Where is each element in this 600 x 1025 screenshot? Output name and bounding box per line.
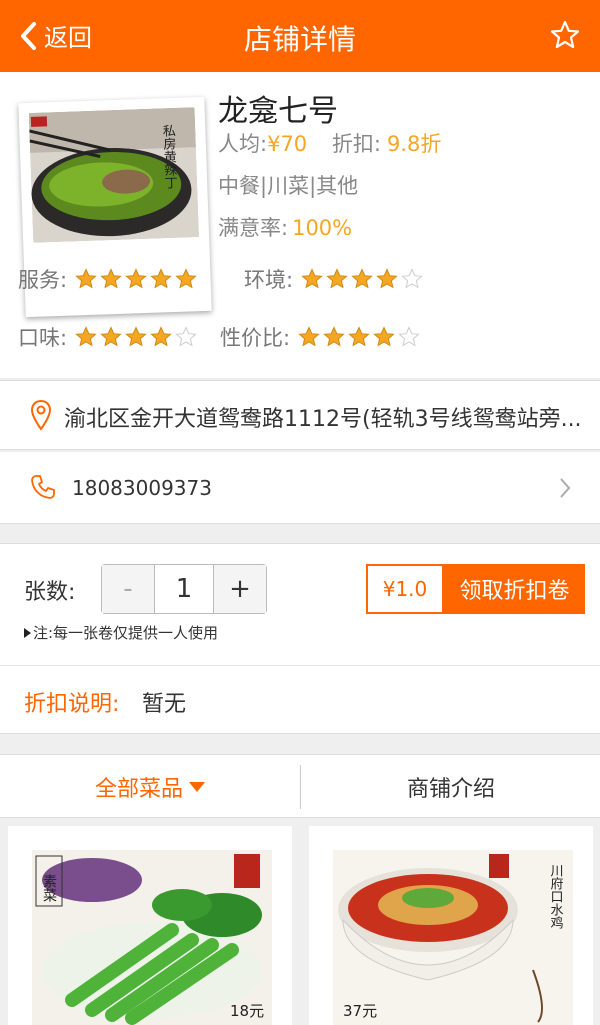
star-filled-icon <box>298 326 320 347</box>
star-filled-icon <box>125 268 147 289</box>
address-text: 渝北区金开大道鸳鸯路1112号(轻轨3号线鸳鸯站旁... <box>64 407 582 432</box>
favorite-star-icon[interactable] <box>550 20 580 50</box>
star-rating <box>75 268 200 290</box>
star-empty-icon <box>401 268 423 289</box>
thumb-caption: 私房黄辣丁 <box>160 124 178 190</box>
shop-name: 龙龛七号 <box>218 94 338 129</box>
get-coupon-button[interactable]: 领取折扣卷 <box>444 564 585 614</box>
rating-label: 服务: <box>18 268 68 292</box>
coupon-section: 张数: - 1 + ¥1.0 领取折扣卷 注:每一张卷仅提供一人使用 <box>0 543 600 666</box>
star-filled-icon <box>376 268 398 289</box>
app-header: 返回 店铺详情 <box>0 0 600 72</box>
chevron-right-icon <box>560 478 571 498</box>
phone-icon <box>31 475 55 499</box>
increment-button[interactable]: + <box>214 565 266 613</box>
star-rating <box>298 326 423 348</box>
rating-label: 环境: <box>244 268 294 292</box>
star-filled-icon <box>150 268 172 289</box>
dish-price: 37元 <box>343 1002 378 1020</box>
address-row[interactable]: 渝北区金开大道鸳鸯路1112号(轻轨3号线鸳鸯站旁... <box>0 380 600 450</box>
tab-bar: 全部菜品 商铺介绍 <box>0 754 600 818</box>
star-filled-icon <box>75 268 97 289</box>
phone-row[interactable]: 18083009373 <box>0 452 600 524</box>
decrement-button[interactable]: - <box>102 565 154 613</box>
rating-taste: 口味: <box>18 322 200 352</box>
page-title: 店铺详情 <box>243 23 356 56</box>
avg-price-row: 人均:¥70 折扣: 9.8折 <box>218 128 441 158</box>
rating-label: 口味: <box>18 326 68 350</box>
quantity-value[interactable]: 1 <box>154 565 214 613</box>
dish-stamp: 川府口水鸡 <box>548 864 564 929</box>
tab-all-dishes[interactable]: 全部菜品 <box>0 755 300 819</box>
star-filled-icon <box>75 326 97 347</box>
discount-desc-label: 折扣说明: <box>24 692 120 717</box>
dish-stamp: 素菜 <box>41 874 57 902</box>
note-triangle-icon <box>24 628 31 638</box>
star-filled-icon <box>323 326 345 347</box>
star-filled-icon <box>175 268 197 289</box>
star-rating <box>301 268 426 290</box>
discount-desc-value: 暂无 <box>142 692 187 717</box>
discount-label: 折扣: <box>331 132 381 156</box>
discount-description: 折扣说明: 暂无 <box>0 666 600 734</box>
satisfaction-value: 100% <box>292 216 353 240</box>
star-filled-icon <box>326 268 348 289</box>
shop-photo: 私房黄辣丁 <box>28 107 200 243</box>
dropdown-arrow-icon <box>189 782 205 792</box>
location-pin-icon <box>30 399 52 431</box>
star-filled-icon <box>150 326 172 347</box>
dish-card[interactable]: 川府口水鸡 37元 <box>309 826 593 1025</box>
avg-label: 人均: <box>218 132 268 156</box>
quantity-stepper: - 1 + <box>101 564 267 614</box>
dish-image: 素菜 <box>32 850 272 1025</box>
dish-card[interactable]: 素菜 18元 <box>8 826 292 1025</box>
star-rating <box>75 326 200 348</box>
dish-image: 川府口水鸡 <box>333 850 573 1025</box>
star-filled-icon <box>100 268 122 289</box>
star-empty-icon <box>398 326 420 347</box>
category-text: 中餐|川菜|其他 <box>218 174 359 198</box>
satisfaction-label: 满意率: <box>218 216 289 240</box>
coupon-note: 注:每一张卷仅提供一人使用 <box>24 622 218 643</box>
rating-label: 性价比: <box>220 326 291 350</box>
coupon-price: ¥1.0 <box>366 564 444 614</box>
avg-value: ¥70 <box>267 132 308 156</box>
star-filled-icon <box>373 326 395 347</box>
star-filled-icon <box>348 326 370 347</box>
rating-environment: 环境: <box>244 264 426 294</box>
shop-info-card: 私房黄辣丁 龙龛七号 人均:¥70 折扣: 9.8折 中餐|川菜|其他 满意率: 1… <box>0 72 600 378</box>
tab-shop-intro[interactable]: 商铺介绍 <box>301 755 600 819</box>
rating-value: 性价比: <box>220 322 423 352</box>
star-filled-icon <box>125 326 147 347</box>
dish-price: 18元 <box>230 1002 265 1020</box>
star-empty-icon <box>175 326 197 347</box>
phone-number: 18083009373 <box>72 476 212 500</box>
quantity-label: 张数: <box>24 580 76 605</box>
tab-all-dishes-label: 全部菜品 <box>94 777 183 802</box>
rating-service: 服务: <box>18 264 200 294</box>
note-text: 注:每一张卷仅提供一人使用 <box>33 624 219 642</box>
discount-value: 9.8折 <box>386 132 442 156</box>
star-filled-icon <box>351 268 373 289</box>
satisfaction-row: 满意率: 100% <box>218 212 352 242</box>
star-filled-icon <box>100 326 122 347</box>
star-filled-icon <box>301 268 323 289</box>
